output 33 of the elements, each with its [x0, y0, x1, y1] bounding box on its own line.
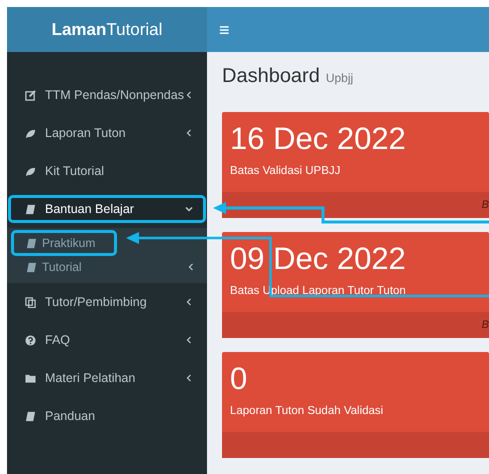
sidebar-item[interactable]: Panduan: [9, 397, 205, 435]
folder-icon: [25, 372, 36, 384]
page-subtitle: Upbjj: [326, 71, 354, 85]
sidebar-item[interactable]: Materi Pelatihan: [9, 359, 205, 397]
chevron-left-icon: [187, 263, 195, 271]
sidebar-item[interactable]: Tutor/Pembimbing: [9, 283, 205, 321]
chevron-down-icon: [185, 205, 193, 213]
stat-label: Laporan Tuton Sudah Validasi: [230, 405, 384, 417]
leaf-icon: [25, 166, 36, 176]
page-title: Dashboard: [222, 65, 320, 88]
chevron-left-icon: [185, 374, 193, 382]
chevron-left-icon: [185, 298, 193, 306]
stat-label: Batas Validasi UPBJJ: [230, 165, 342, 177]
sidebar-item[interactable]: Laporan Tuton: [9, 114, 205, 152]
sidebar-item[interactable]: FAQ: [9, 321, 205, 359]
sidebar-item[interactable]: Kit Tutorial: [9, 152, 205, 190]
card-footer[interactable]: [222, 432, 489, 458]
stat-value: 16 Dec 2022: [230, 120, 407, 158]
chevron-left-icon: [185, 91, 193, 99]
leaf-icon: [25, 128, 36, 138]
sidebar-item[interactable]: Bantuan Belajar: [9, 196, 205, 222]
stat-value: 09 Dec 2022: [230, 240, 407, 278]
pencil-icon: [25, 90, 36, 100]
sidebar-item[interactable]: TTM Pendas/Nonpendas: [9, 76, 205, 114]
chevron-left-icon: [185, 336, 193, 344]
stat-value: 0: [230, 360, 248, 398]
submenu-item[interactable]: Praktikum: [12, 231, 116, 255]
submenu-item[interactable]: Tutorial: [7, 255, 207, 279]
menu-toggle[interactable]: ≡: [211, 20, 238, 38]
question-icon: [25, 334, 36, 346]
chevron-left-icon: [185, 129, 193, 137]
copy-icon: [25, 296, 36, 308]
brand-logo[interactable]: LamanTutorial: [7, 7, 207, 52]
